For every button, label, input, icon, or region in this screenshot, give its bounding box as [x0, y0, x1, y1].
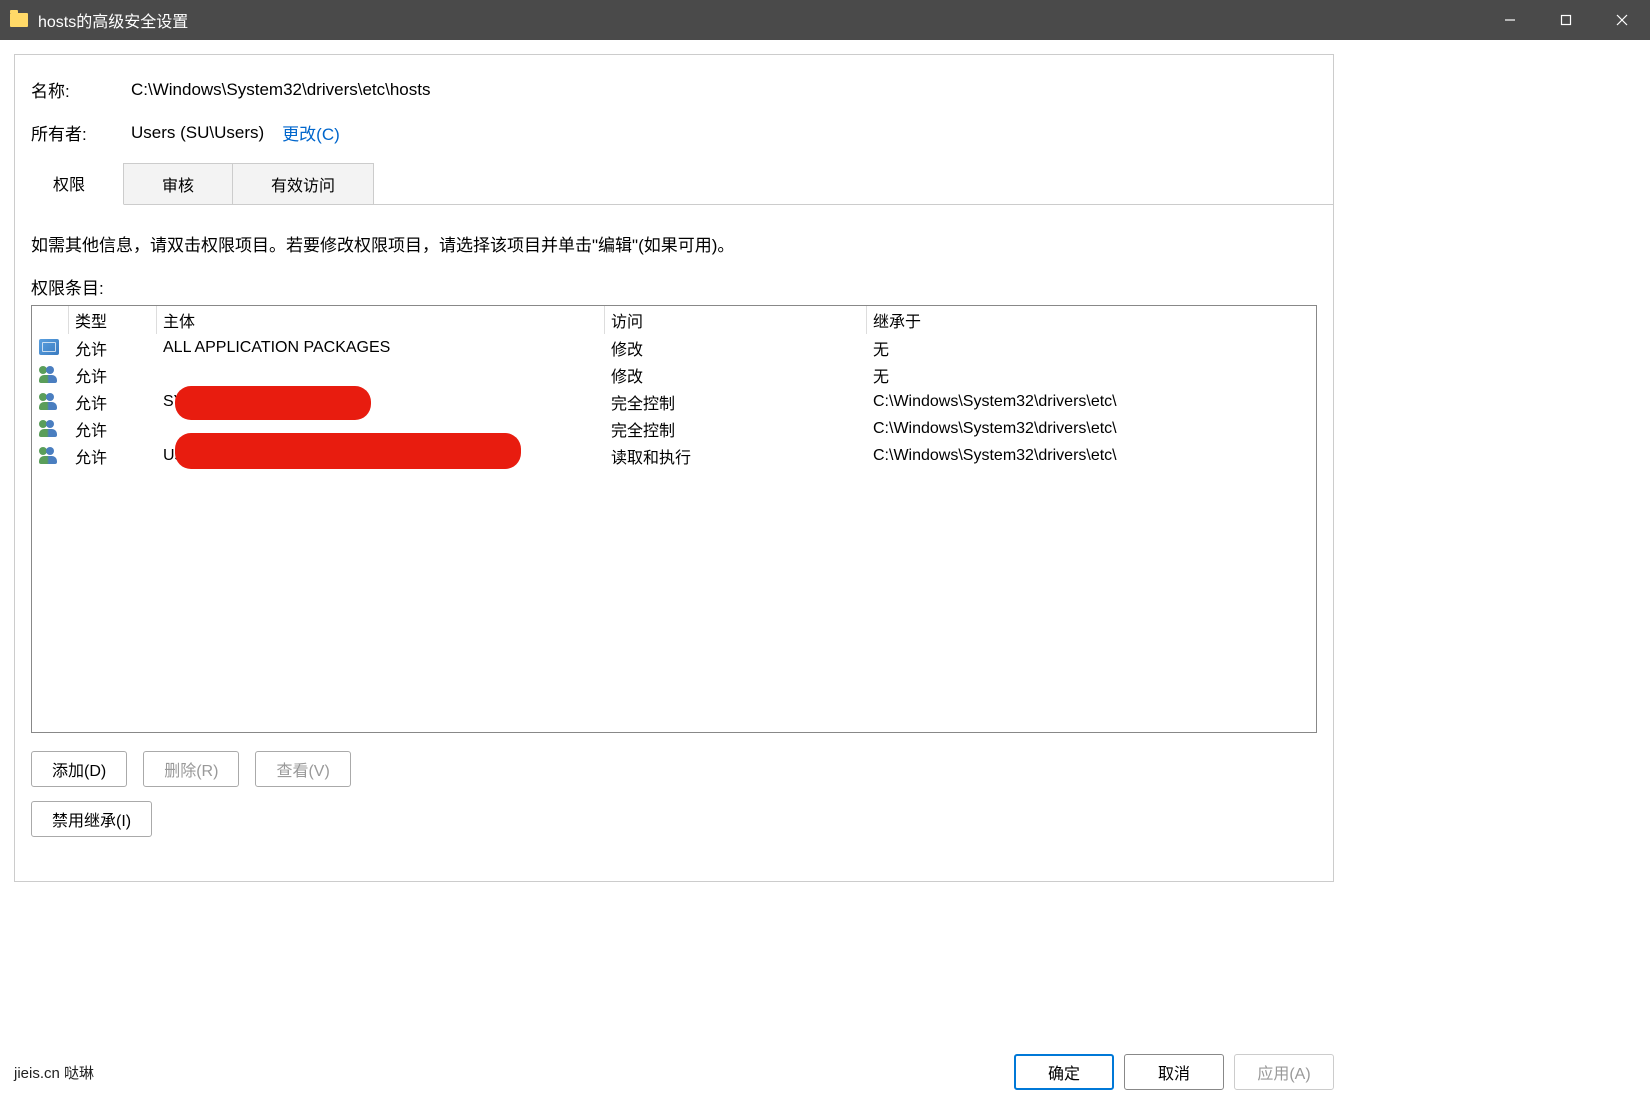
col-icon-header	[32, 318, 68, 322]
table-row[interactable]: 允许 修改无	[32, 361, 1316, 388]
ok-button[interactable]: 确定	[1014, 1054, 1114, 1090]
row-access: 完全控制	[604, 388, 866, 416]
apply-button[interactable]: 应用(A)	[1234, 1054, 1334, 1090]
button-row-2: 禁用继承(I)	[31, 801, 1317, 837]
col-type-header[interactable]: 类型	[68, 306, 156, 334]
row-type: 允许	[68, 361, 156, 389]
redaction-mark	[175, 386, 371, 420]
owner-value: Users (SU\Users)	[131, 123, 264, 143]
change-owner-link[interactable]: 更改(C)	[282, 120, 340, 145]
owner-label: 所有者:	[31, 120, 131, 145]
row-inherit: C:\Windows\System32\drivers\etc\	[866, 445, 1316, 467]
row-icon-cell	[32, 391, 68, 413]
row-type: 允许	[68, 334, 156, 362]
window-title: hosts的高级安全设置	[38, 8, 188, 32]
tab-audit[interactable]: 审核	[124, 163, 233, 204]
row-icon-cell	[32, 337, 68, 359]
button-row-1: 添加(D) 删除(R) 查看(V)	[31, 751, 1317, 787]
cancel-button[interactable]: 取消	[1124, 1054, 1224, 1090]
window-controls	[1482, 0, 1650, 40]
tabs: 权限 审核 有效访问	[15, 163, 1333, 205]
row-principal: ALL APPLICATION PACKAGES	[156, 337, 604, 359]
row-access: 修改	[604, 361, 866, 389]
table-header: 类型 主体 访问 继承于	[32, 306, 1316, 334]
users-icon	[39, 420, 59, 436]
owner-row: 所有者: Users (SU\Users) 更改(C)	[31, 120, 1317, 145]
workspace: 名称: C:\Windows\System32\drivers\etc\host…	[0, 40, 1348, 1097]
dialog-body: 名称: C:\Windows\System32\drivers\etc\host…	[14, 54, 1334, 882]
close-button[interactable]	[1594, 0, 1650, 40]
maximize-button[interactable]	[1538, 0, 1594, 40]
disable-inherit-button[interactable]: 禁用继承(I)	[31, 801, 152, 837]
row-access: 修改	[604, 334, 866, 362]
app-package-icon	[39, 339, 59, 355]
footer-buttons: 确定 取消 应用(A)	[1014, 1054, 1334, 1090]
view-button[interactable]: 查看(V)	[255, 751, 350, 787]
permissions-table: 类型 主体 访问 继承于 允许ALL APPLICATION PACKAGES修…	[31, 305, 1317, 733]
list-label: 权限条目:	[31, 274, 1317, 299]
table-row[interactable]: 允许ALL APPLICATION PACKAGES修改无	[32, 334, 1316, 361]
right-padding	[1348, 40, 1650, 1097]
folder-icon	[10, 13, 28, 27]
tab-effective-access[interactable]: 有效访问	[233, 163, 374, 204]
row-icon-cell	[32, 364, 68, 386]
footer-bar: jieis.cn 哒琳 确定 取消 应用(A)	[0, 1047, 1348, 1097]
users-icon	[39, 393, 59, 409]
col-inherit-header[interactable]: 继承于	[866, 306, 1316, 334]
col-access-header[interactable]: 访问	[604, 306, 866, 334]
row-inherit: 无	[866, 334, 1316, 362]
row-type: 允许	[68, 442, 156, 470]
row-inherit: 无	[866, 361, 1316, 389]
row-type: 允许	[68, 415, 156, 443]
tab-permissions[interactable]: 权限	[15, 163, 124, 205]
name-row: 名称: C:\Windows\System32\drivers\etc\host…	[31, 77, 1317, 102]
row-inherit: C:\Windows\System32\drivers\etc\	[866, 418, 1316, 440]
row-icon-cell	[32, 418, 68, 440]
minimize-button[interactable]	[1482, 0, 1538, 40]
row-principal	[156, 427, 604, 431]
titlebar: hosts的高级安全设置	[0, 0, 1650, 40]
info-text: 如需其他信息，请双击权限项目。若要修改权限项目，请选择该项目并单击"编辑"(如果…	[31, 231, 1317, 256]
row-access: 完全控制	[604, 415, 866, 443]
redaction-mark	[175, 433, 521, 469]
name-value: C:\Windows\System32\drivers\etc\hosts	[131, 80, 430, 100]
users-icon	[39, 366, 59, 382]
row-principal	[156, 373, 604, 377]
watermark: jieis.cn 哒琳	[14, 1062, 94, 1083]
row-icon-cell	[32, 445, 68, 467]
add-button[interactable]: 添加(D)	[31, 751, 127, 787]
row-inherit: C:\Windows\System32\drivers\etc\	[866, 391, 1316, 413]
users-icon	[39, 447, 59, 463]
remove-button[interactable]: 删除(R)	[143, 751, 239, 787]
row-type: 允许	[68, 388, 156, 416]
name-label: 名称:	[31, 77, 131, 102]
row-access: 读取和执行	[604, 442, 866, 470]
col-principal-header[interactable]: 主体	[156, 306, 604, 334]
